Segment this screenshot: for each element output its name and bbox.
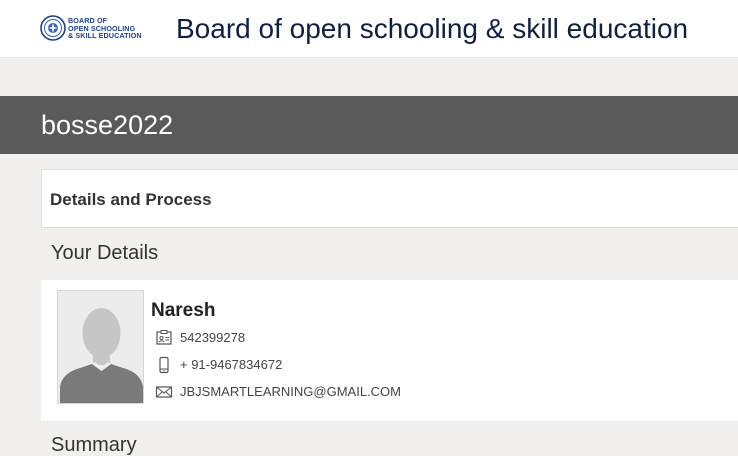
event-banner: bosse2022: [0, 96, 738, 154]
id-number: 542399278: [180, 330, 246, 345]
email-address: JBJSMARTLEARNING@GMAIL.COM: [180, 384, 401, 399]
your-details-heading: Your Details: [51, 242, 159, 264]
details-card-title: Details and Process: [50, 190, 212, 209]
logo-text: BOARD OF OPEN SCHOOLING & SKILL EDUCATIO…: [68, 17, 142, 40]
logo-seal-icon: [40, 15, 66, 41]
details-and-process-card[interactable]: Details and Process: [41, 169, 738, 228]
avatar: [57, 290, 144, 404]
mobile-phone-icon: [159, 356, 169, 374]
user-silhouette-icon: [58, 291, 143, 403]
banner-title: bosse2022: [41, 110, 174, 140]
id-card-icon: [156, 330, 172, 345]
logo-line-3: & SKILL EDUCATION: [68, 31, 142, 41]
site-title: Board of open schooling & skill educatio…: [176, 13, 689, 44]
bosse-logo[interactable]: BOARD OF OPEN SCHOOLING & SKILL EDUCATIO…: [40, 15, 155, 45]
summary-heading: Summary: [51, 434, 137, 456]
site-header: BOARD OF OPEN SCHOOLING & SKILL EDUCATIO…: [0, 0, 738, 58]
envelope-icon: [155, 386, 173, 398]
user-name: Naresh: [151, 300, 216, 321]
phone-number: + 91-9467834672: [180, 357, 283, 372]
profile-card: Naresh 542399278 + 91-9467834672 JBJSMAR…: [41, 280, 738, 421]
